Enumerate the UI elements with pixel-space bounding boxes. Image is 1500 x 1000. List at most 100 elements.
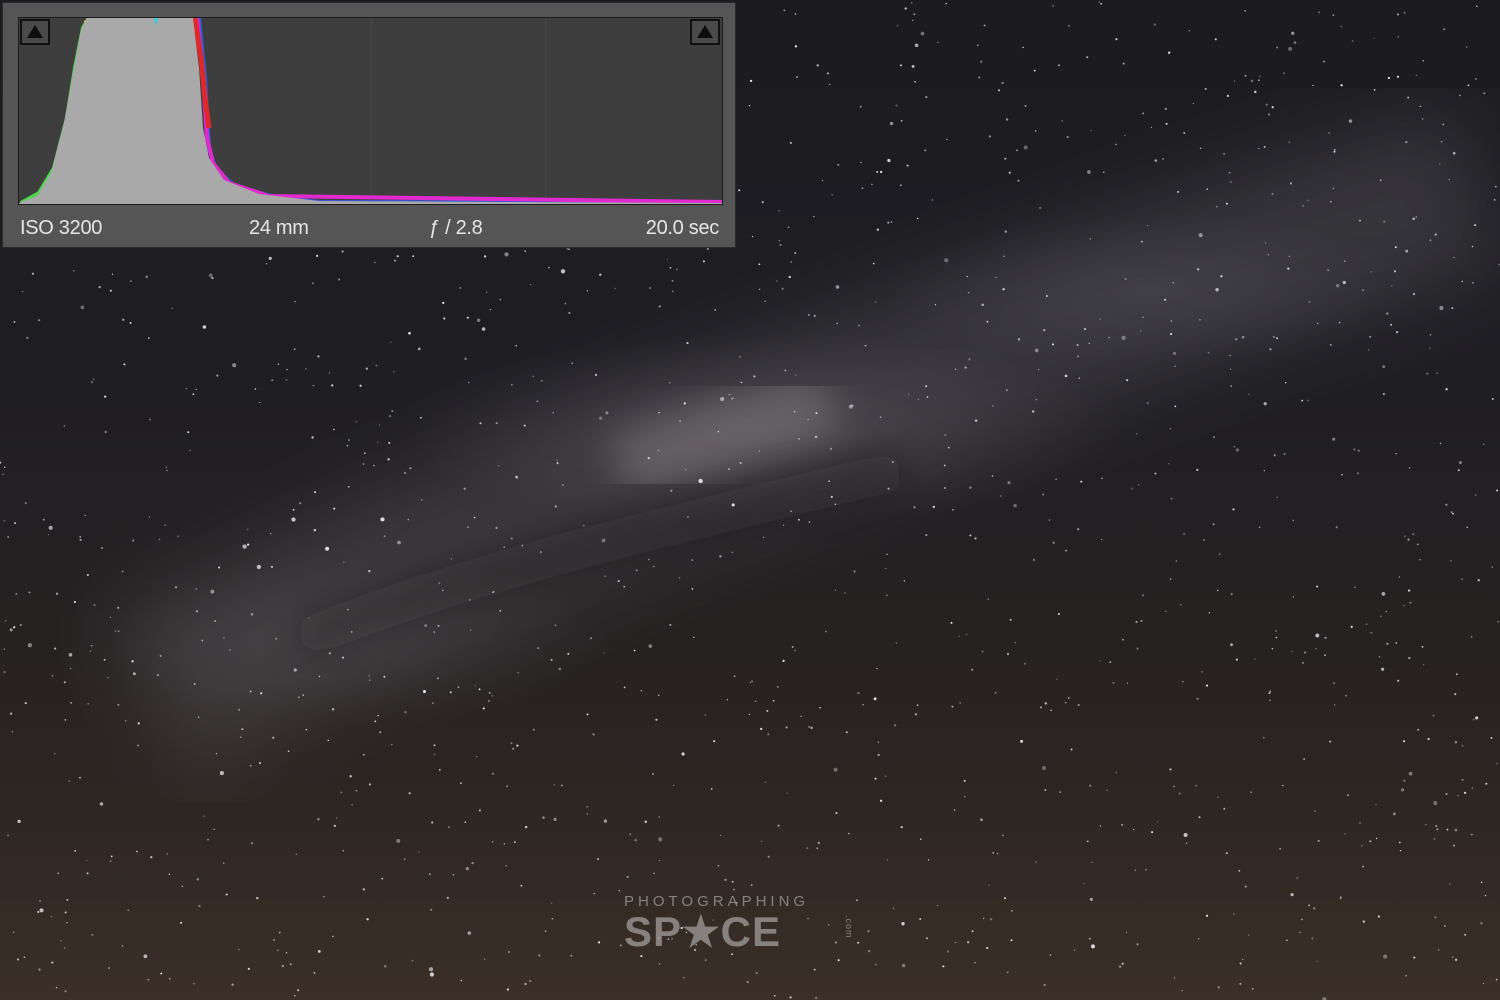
star <box>1175 560 1178 562</box>
star <box>312 282 314 285</box>
star <box>733 888 735 891</box>
histogram-panel: ISO 3200 24 mm ƒ / 2.8 20.0 sec <box>2 2 736 248</box>
star <box>966 275 968 278</box>
star <box>1005 389 1008 391</box>
star <box>54 753 56 755</box>
highlight-clipping-button[interactable] <box>690 19 720 45</box>
star <box>893 724 897 727</box>
star <box>1465 46 1468 48</box>
star <box>473 516 476 519</box>
star <box>537 647 540 649</box>
star <box>1340 84 1343 87</box>
star <box>366 918 369 921</box>
star <box>99 802 104 806</box>
star <box>1496 489 1499 492</box>
star <box>714 309 716 311</box>
star <box>1151 831 1154 834</box>
star <box>1454 741 1458 744</box>
star <box>198 904 201 908</box>
star <box>492 591 494 594</box>
star <box>814 996 818 1000</box>
star <box>515 344 517 347</box>
star <box>826 72 829 75</box>
star <box>1393 270 1397 273</box>
star <box>597 941 601 944</box>
star <box>1174 365 1176 367</box>
star <box>1496 762 1498 765</box>
star <box>1302 205 1304 207</box>
star <box>728 393 731 396</box>
star <box>1405 249 1409 253</box>
star <box>991 475 994 477</box>
star <box>241 728 244 731</box>
star <box>79 776 81 779</box>
star <box>886 553 888 556</box>
star <box>1078 377 1081 379</box>
star <box>1271 106 1274 109</box>
star <box>681 752 685 756</box>
star <box>1174 405 1177 408</box>
star <box>193 982 195 985</box>
star <box>586 290 589 292</box>
star <box>1002 288 1005 291</box>
star <box>1307 199 1309 202</box>
star <box>571 362 573 365</box>
star <box>845 731 848 734</box>
star <box>739 355 741 358</box>
star <box>1383 954 1388 959</box>
star <box>782 659 785 663</box>
star <box>778 240 781 242</box>
star <box>17 958 19 961</box>
star <box>790 510 792 512</box>
star <box>954 941 957 944</box>
star <box>293 668 297 672</box>
star <box>988 135 991 138</box>
star <box>131 660 134 663</box>
star <box>256 896 259 900</box>
shadow-clipping-button[interactable] <box>20 19 50 45</box>
star <box>927 859 930 861</box>
star <box>1039 706 1043 709</box>
star <box>64 719 67 721</box>
star <box>540 379 543 382</box>
star <box>109 616 112 618</box>
star <box>782 524 785 527</box>
star <box>1275 630 1277 632</box>
star <box>1419 105 1422 108</box>
star <box>1459 94 1461 97</box>
star <box>887 487 890 490</box>
star <box>815 412 818 415</box>
star <box>449 691 452 694</box>
star <box>808 725 811 728</box>
star <box>1365 623 1368 625</box>
star <box>270 533 272 535</box>
star <box>749 79 753 83</box>
star <box>1140 620 1143 622</box>
star <box>84 514 86 517</box>
star <box>1083 883 1085 885</box>
star <box>914 81 916 83</box>
star <box>1154 159 1158 162</box>
star <box>1461 745 1464 747</box>
star <box>920 31 925 36</box>
star <box>214 620 217 622</box>
star <box>1292 519 1295 522</box>
star <box>1197 938 1200 940</box>
star <box>1293 41 1297 44</box>
star <box>1044 702 1047 705</box>
star <box>980 60 983 63</box>
star <box>1452 956 1454 958</box>
star <box>1251 988 1254 990</box>
star <box>952 508 954 511</box>
star <box>79 538 82 542</box>
star <box>505 865 507 867</box>
star <box>853 570 856 573</box>
star <box>944 434 947 436</box>
star <box>31 272 35 275</box>
star <box>1457 469 1460 472</box>
star <box>907 393 910 395</box>
star <box>424 624 428 627</box>
star <box>80 305 85 310</box>
star <box>614 287 616 290</box>
star <box>348 439 350 441</box>
